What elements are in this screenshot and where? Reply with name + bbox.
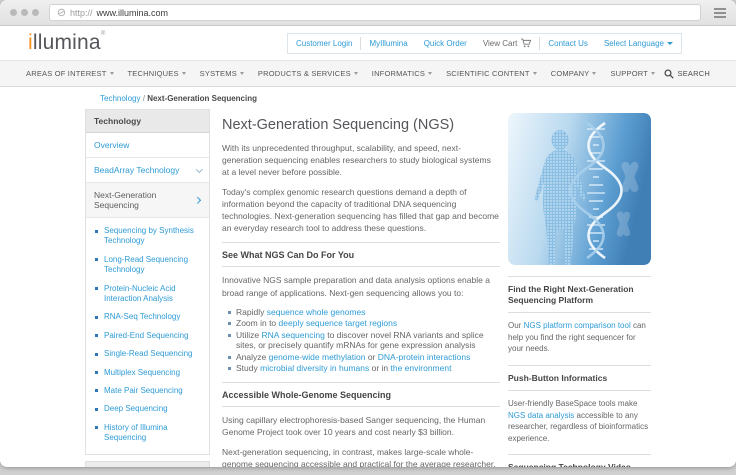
list-item: Utilize RNA sequencing to discover novel… — [226, 330, 500, 351]
inline-link[interactable]: NGS platform comparison tool — [524, 321, 631, 330]
sidebar-sub-list: Sequencing by Synthesis Technology Long-… — [86, 218, 209, 454]
list-item: Study microbial diversity in humans or i… — [226, 363, 500, 374]
cart-icon — [520, 38, 531, 48]
chevron-down-icon — [592, 72, 596, 75]
nav-scientific-content[interactable]: SCIENTIFIC CONTENT — [439, 69, 544, 78]
window-control-dot[interactable] — [21, 9, 28, 16]
page-title: Next-Generation Sequencing (NGS) — [222, 117, 500, 133]
section-heading-whole-genome: Accessible Whole-Genome Sequencing — [222, 382, 500, 407]
section-heading-see-ngs: See What NGS Can Do For You — [222, 242, 500, 267]
sidebar-item-overview[interactable]: Overview — [86, 133, 209, 158]
chevron-right-icon — [194, 197, 200, 203]
right-heading-video: Sequencing Technology Video — [508, 454, 651, 467]
sidebar-sub-item[interactable]: Multiplex Sequencing — [94, 364, 201, 382]
chevron-down-icon — [110, 72, 114, 75]
sidebar-sub-item[interactable]: Long-Read Sequencing Technology — [94, 251, 201, 280]
nav-areas-of-interest[interactable]: AREAS OF INTEREST — [26, 69, 121, 78]
site-header: illumina® Customer Login MyIllumina Quic… — [0, 26, 736, 60]
intro-paragraph: Today's complex genomic research questio… — [222, 186, 500, 234]
section-lead: Innovative NGS sample preparation and da… — [222, 274, 500, 298]
nav-products-services[interactable]: PRODUCTS & SERVICES — [251, 69, 365, 78]
inline-link[interactable]: microbial diversity in humans — [260, 363, 369, 373]
browser-window: http:// www.illumina.com illumina® Custom… — [0, 0, 736, 467]
window-controls[interactable] — [10, 9, 39, 16]
inline-link[interactable]: deeply sequence target regions — [279, 318, 398, 328]
nav-company[interactable]: COMPANY — [544, 69, 604, 78]
sidebar-sub-item[interactable]: Single-Read Sequencing — [94, 345, 201, 363]
select-language-dropdown[interactable]: Select Language — [596, 39, 681, 48]
my-illumina-link[interactable]: MyIllumina — [361, 39, 415, 48]
illumina-logo[interactable]: illumina® — [28, 31, 105, 55]
breadcrumb: Technology / Next-Generation Sequencing — [85, 87, 651, 109]
inline-link[interactable]: the environment — [391, 363, 452, 373]
inline-link[interactable]: genome-wide methylation — [269, 352, 366, 362]
sidebar-sub-item[interactable]: Sequencing by Synthesis Technology — [94, 222, 201, 251]
right-rail: Find the Right Next-Generation Sequencin… — [508, 109, 651, 467]
sidebar: Technology Overview BeadArray Technology… — [85, 109, 210, 467]
nav-techniques[interactable]: TECHNIQUES — [121, 69, 193, 78]
breadcrumb-current: Next-Generation Sequencing — [147, 94, 257, 103]
chevron-down-icon — [428, 72, 432, 75]
utility-nav: Customer Login MyIllumina Quick Order Vi… — [287, 33, 682, 54]
sidebar-sub-item[interactable]: Mate Pair Sequencing — [94, 382, 201, 400]
main-nav: AREAS OF INTEREST TECHNIQUES SYSTEMS PRO… — [0, 60, 736, 87]
sidebar-sub-item[interactable]: Paired-End Sequencing — [94, 327, 201, 345]
inline-link[interactable]: sequence whole genomes — [267, 307, 366, 317]
chevron-down-icon — [354, 72, 358, 75]
breadcrumb-technology-link[interactable]: Technology — [100, 94, 140, 103]
browser-menu-icon[interactable] — [714, 8, 726, 18]
nav-informatics[interactable]: INFORMATICS — [365, 69, 439, 78]
main-article: Next-Generation Sequencing (NGS) With it… — [222, 109, 500, 467]
contact-us-link[interactable]: Contact Us — [540, 39, 596, 48]
sidebar-sub-item[interactable]: Deep Sequencing — [94, 400, 201, 418]
chevron-down-icon — [533, 72, 537, 75]
intro-paragraph: With its unprecedented throughput, scala… — [222, 142, 500, 178]
right-paragraph: Our NGS platform comparison tool can hel… — [508, 320, 651, 355]
quick-order-link[interactable]: Quick Order — [416, 39, 475, 48]
customer-login-link[interactable]: Customer Login — [288, 39, 360, 48]
url-bar[interactable]: http:// www.illumina.com — [49, 4, 701, 21]
newsletter-signup: Interested in receiving newsletters, cas… — [85, 461, 210, 467]
chevron-down-icon — [182, 72, 186, 75]
list-item: Rapidly sequence whole genomes — [226, 307, 500, 318]
browser-chrome: http:// www.illumina.com — [0, 0, 736, 26]
inline-link[interactable]: DNA-protein interactions — [378, 352, 471, 362]
sidebar-sub-item[interactable]: History of Illumina Sequencing — [94, 419, 201, 448]
nav-systems[interactable]: SYSTEMS — [193, 69, 251, 78]
chevron-down-icon — [196, 166, 202, 172]
sidebar-title: Technology — [86, 110, 209, 133]
search-button[interactable]: SEARCH — [664, 69, 710, 79]
sidebar-item-ngs-active[interactable]: Next-Generation Sequencing — [86, 183, 209, 218]
dna-human-promo-image[interactable] — [508, 113, 651, 265]
site-info-icon — [57, 8, 66, 17]
url-scheme: http:// — [70, 8, 93, 18]
window-control-dot[interactable] — [10, 9, 17, 16]
search-icon — [664, 69, 674, 79]
inline-link[interactable]: NGS data analysis — [508, 411, 574, 420]
right-heading-informatics: Push-Button Informatics — [508, 365, 651, 391]
ngs-applications-list: Rapidly sequence whole genomes Zoom in t… — [226, 307, 500, 374]
section-paragraph: Next-generation sequencing, in contrast,… — [222, 446, 500, 467]
section-paragraph: Using capillary electrophoresis-based Sa… — [222, 414, 500, 438]
view-cart-link[interactable]: View Cart — [475, 38, 540, 48]
window-control-dot[interactable] — [32, 9, 39, 16]
sidebar-item-beadarray[interactable]: BeadArray Technology — [86, 158, 209, 183]
url-host: www.illumina.com — [97, 8, 169, 18]
sidebar-sub-item[interactable]: RNA-Seq Technology — [94, 308, 201, 326]
right-heading-platform: Find the Right Next-Generation Sequencin… — [508, 276, 651, 313]
chevron-down-icon — [667, 42, 673, 45]
chevron-down-icon — [651, 72, 655, 75]
list-item: Zoom in to deeply sequence target region… — [226, 318, 500, 329]
nav-support[interactable]: SUPPORT — [603, 69, 662, 78]
page-content: Technology / Next-Generation Sequencing … — [85, 87, 651, 467]
right-paragraph: User-friendly BaseSpace tools make NGS d… — [508, 398, 651, 444]
breadcrumb-separator: / — [143, 94, 145, 103]
inline-link[interactable]: RNA sequencing — [262, 330, 325, 340]
chevron-down-icon — [240, 72, 244, 75]
list-item: Analyze genome-wide methylation or DNA-p… — [226, 352, 500, 363]
sidebar-sub-item[interactable]: Protein-Nucleic Acid Interaction Analysi… — [94, 280, 201, 309]
registered-mark: ® — [101, 31, 106, 37]
